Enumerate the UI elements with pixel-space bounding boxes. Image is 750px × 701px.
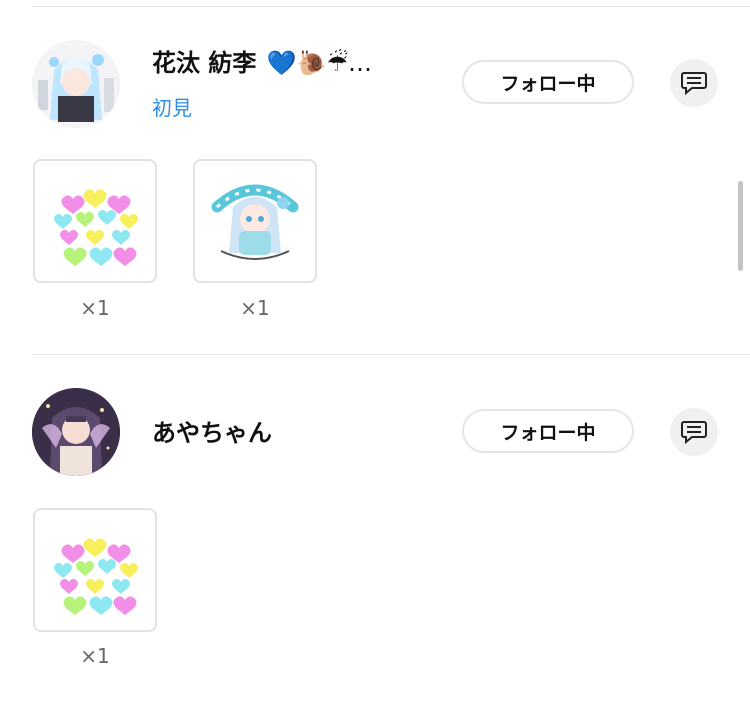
name-emojis: 💙🐌☔… bbox=[266, 49, 372, 77]
hearts-icon bbox=[54, 189, 138, 266]
gift-chibi-sticker[interactable] bbox=[193, 159, 317, 283]
following-button[interactable]: フォロー中 bbox=[462, 409, 634, 453]
supporter-name: 花汰 紡李 💙🐌☔… bbox=[152, 48, 372, 78]
chibi-sticker-icon bbox=[211, 184, 299, 260]
message-button[interactable] bbox=[670, 59, 718, 107]
avatar[interactable] bbox=[32, 388, 120, 476]
divider bbox=[32, 6, 750, 7]
avatar[interactable] bbox=[32, 40, 120, 128]
message-button[interactable] bbox=[670, 408, 718, 456]
gift-count: ×1 bbox=[80, 296, 110, 320]
name-text: 花汰 紡李 bbox=[152, 49, 257, 77]
avatar-image bbox=[32, 388, 120, 476]
gift-hearts[interactable] bbox=[33, 159, 157, 283]
supporter-name: あやちゃん bbox=[152, 419, 272, 447]
following-button[interactable]: フォロー中 bbox=[462, 60, 634, 104]
message-icon bbox=[681, 421, 707, 444]
gift-hearts[interactable] bbox=[33, 508, 157, 632]
avatar-image bbox=[32, 40, 120, 128]
first-visit-tag: 初見 bbox=[152, 96, 192, 120]
gift-count: ×1 bbox=[240, 296, 270, 320]
scrollbar[interactable] bbox=[738, 181, 743, 271]
hearts-icon bbox=[54, 538, 138, 615]
message-icon bbox=[681, 72, 707, 95]
gift-count: ×1 bbox=[80, 644, 110, 668]
divider bbox=[32, 354, 750, 355]
